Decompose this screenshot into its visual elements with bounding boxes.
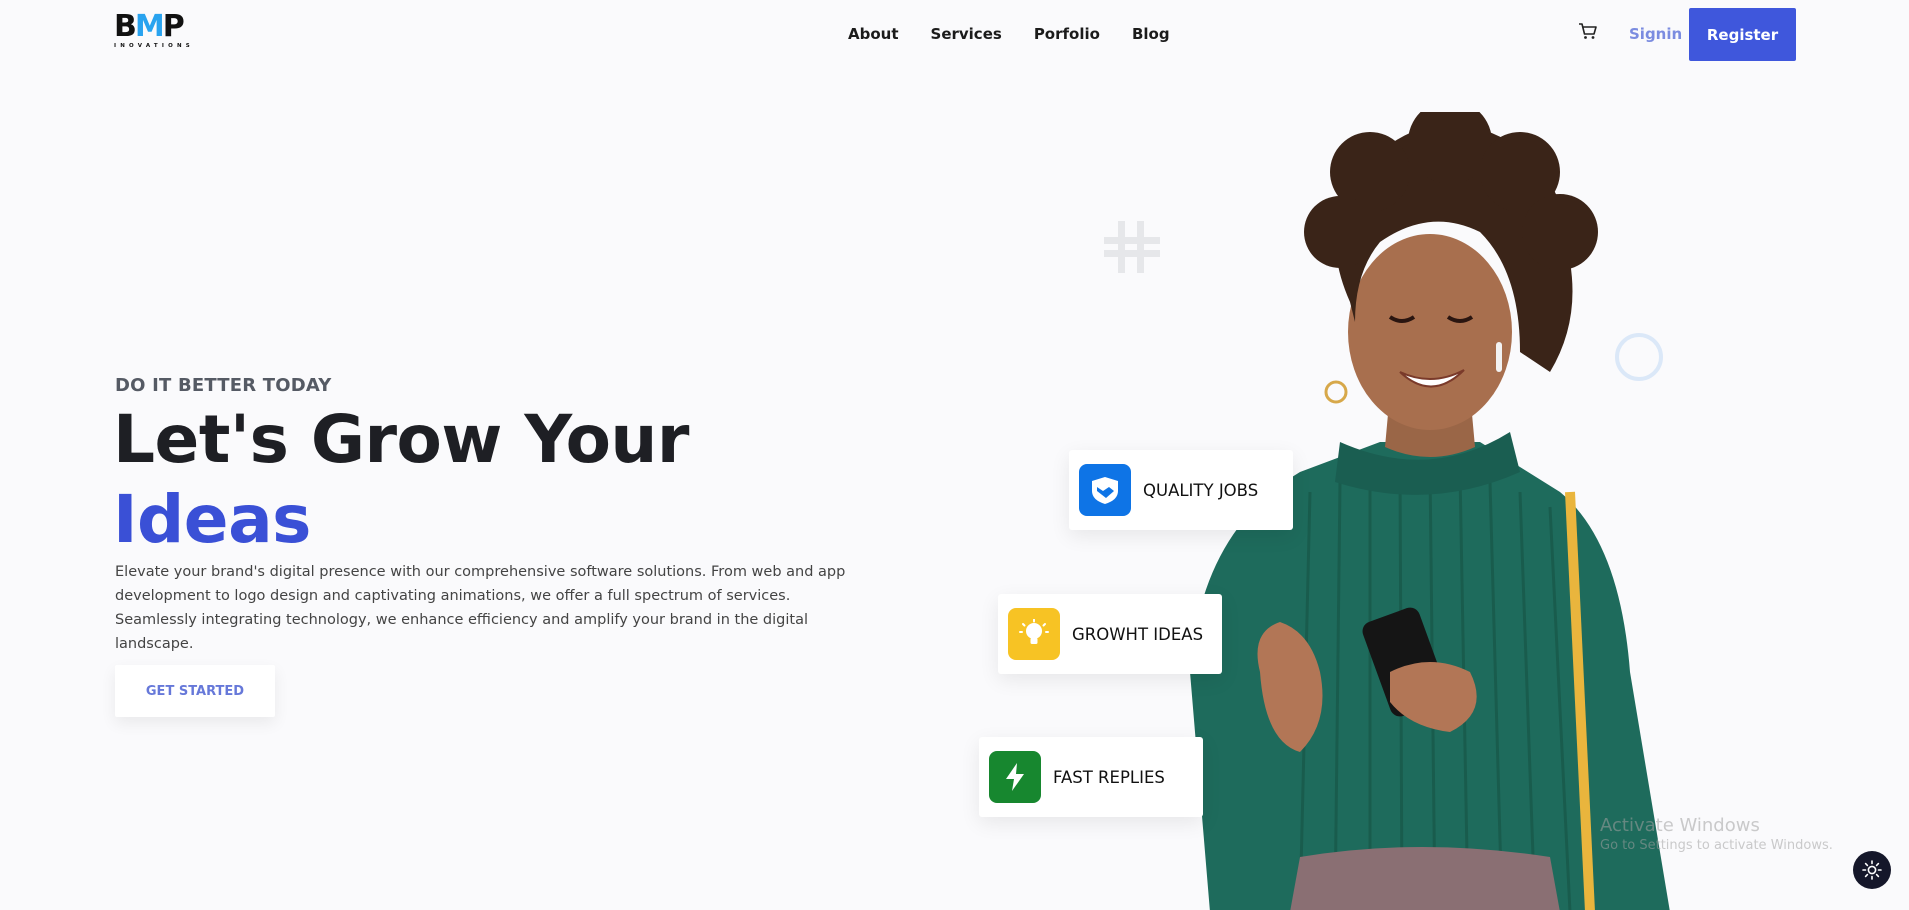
sun-icon — [1862, 860, 1882, 880]
main-nav: About Services Porfolio Blog — [848, 25, 1202, 43]
brand-logo[interactable]: BMP INOVATIONS — [114, 12, 198, 50]
watermark-title: Activate Windows — [1600, 815, 1760, 836]
nav-services[interactable]: Services — [931, 25, 1002, 43]
watermark-subtitle: Go to Settings to activate Windows. — [1600, 838, 1833, 853]
get-started-button[interactable]: GET STARTED — [115, 665, 275, 717]
windows-activation-watermark: Activate Windows Go to Settings to activ… — [1600, 815, 1833, 853]
feature-card-growth-ideas: GROWHT IDEAS — [998, 594, 1222, 674]
logo-subtitle: INOVATIONS — [114, 43, 194, 49]
theme-toggle-button[interactable] — [1853, 851, 1891, 889]
lightbulb-icon — [1008, 608, 1060, 660]
nav-about[interactable]: About — [848, 25, 899, 43]
feature-label: QUALITY JOBS — [1143, 480, 1259, 500]
cart-icon[interactable] — [1578, 22, 1598, 40]
nav-portfolio[interactable]: Porfolio — [1034, 25, 1100, 43]
feature-card-fast-replies: FAST REPLIES — [979, 737, 1203, 817]
lightning-icon — [989, 751, 1041, 803]
signin-link[interactable]: Signin — [1629, 25, 1682, 43]
feature-card-quality-jobs: QUALITY JOBS — [1069, 450, 1293, 530]
nav-blog[interactable]: Blog — [1132, 25, 1170, 43]
feature-label: GROWHT IDEAS — [1072, 624, 1204, 644]
register-button[interactable]: Register — [1689, 8, 1796, 61]
hero-eyebrow: DO IT BETTER TODAY — [115, 375, 332, 396]
hero-title: Let's Grow Your — [113, 401, 689, 478]
hero-description: Elevate your brand's digital presence wi… — [115, 564, 846, 652]
feature-label: FAST REPLIES — [1053, 767, 1165, 787]
hero-title-accent: Ideas — [113, 481, 311, 558]
landing-page: BMP INOVATIONS About Services Porfolio B… — [0, 0, 1909, 910]
logo-mark: BMP — [114, 9, 185, 44]
handshake-icon — [1079, 464, 1131, 516]
